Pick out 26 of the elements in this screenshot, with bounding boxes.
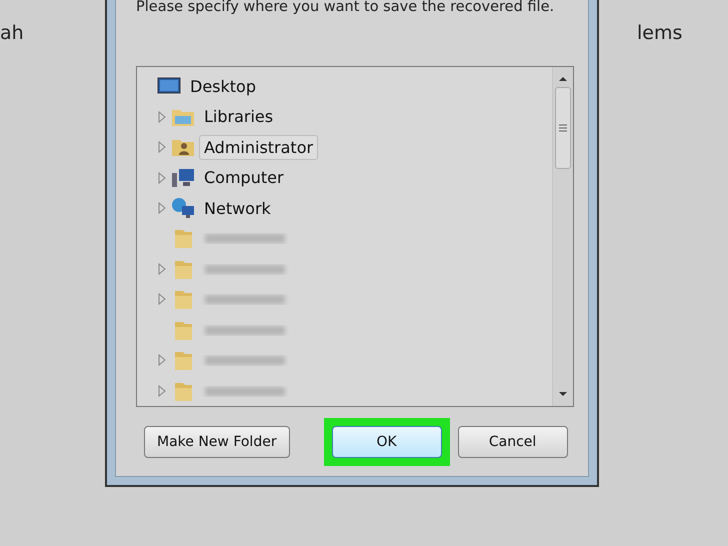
expand-arrow-icon[interactable]	[157, 110, 167, 123]
background-text: ah	[0, 22, 24, 44]
dialog-button[interactable]: Cancel	[458, 426, 568, 458]
expand-arrow-icon[interactable]	[157, 141, 167, 154]
dialog-button[interactable]: Make New Folder	[144, 426, 290, 458]
expand-arrow-icon[interactable]	[157, 354, 167, 366]
dialog-prompt: Please specify where you want to save the recovered file.	[136, 0, 554, 15]
scroll-up-icon[interactable]	[558, 75, 568, 83]
computer-icon	[171, 166, 195, 189]
tree-item[interactable]: Computer	[199, 165, 289, 190]
expand-arrow-icon[interactable]	[157, 293, 167, 306]
tree-item[interactable]: Desktop	[185, 74, 261, 99]
scroll-thumb[interactable]	[555, 87, 571, 169]
expand-arrow-icon[interactable]	[157, 202, 167, 214]
background-text: lems	[637, 22, 682, 44]
tree-item[interactable]: Libraries	[199, 104, 278, 130]
grip-icon	[559, 124, 567, 132]
expand-arrow-icon[interactable]	[157, 172, 167, 184]
scrollbar[interactable]	[552, 67, 573, 406]
tree-item[interactable]: Administrator	[199, 134, 318, 160]
tree-item[interactable]: Network	[199, 196, 276, 221]
scroll-down-icon[interactable]	[558, 390, 568, 398]
network-icon	[171, 197, 195, 220]
dialog-button[interactable]: OK	[332, 426, 442, 458]
expand-arrow-icon[interactable]	[157, 384, 167, 397]
expand-arrow-icon[interactable]	[157, 262, 167, 275]
